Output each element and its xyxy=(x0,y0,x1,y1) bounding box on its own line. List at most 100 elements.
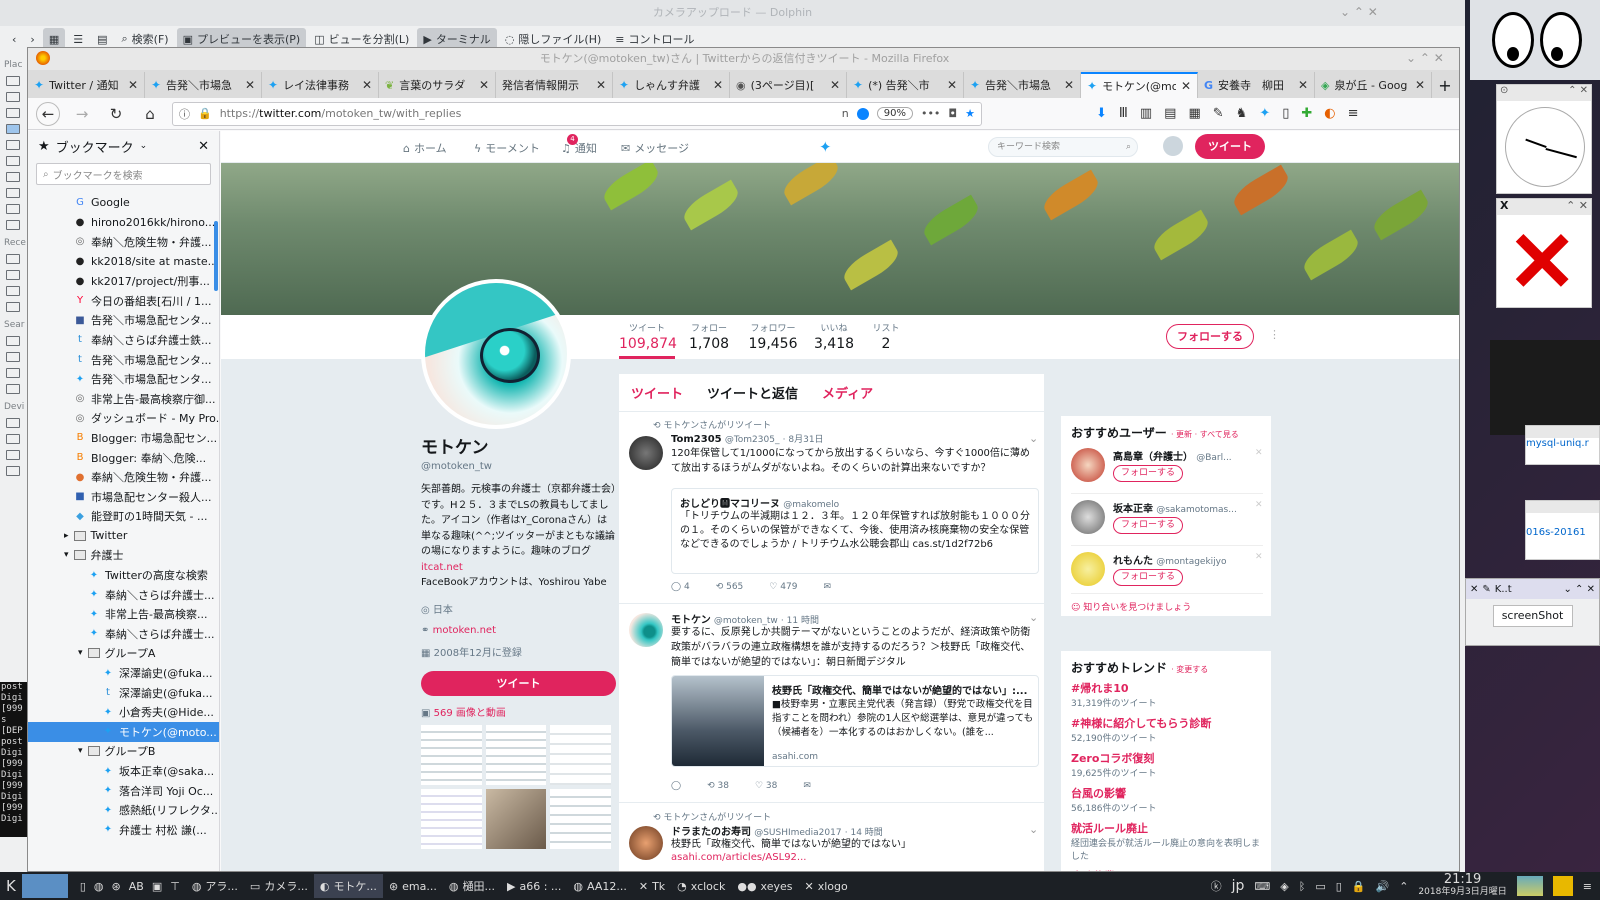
place-icon[interactable] xyxy=(6,204,20,214)
device-icon[interactable] xyxy=(6,466,20,476)
bookmark-item[interactable]: ✦ 非常上告-最高検察... xyxy=(28,604,219,624)
menu-icon[interactable]: ≡ xyxy=(1583,880,1592,893)
search-place-icon[interactable] xyxy=(6,336,20,346)
link-card[interactable]: 枝野氏「政権交代、簡単ではないが絶望的ではない」:... ■枝野幸男・立憲民主党… xyxy=(671,675,1039,767)
tweet-link[interactable]: asahi.com/articles/ASL92... xyxy=(671,852,806,863)
window-peek-1[interactable]: mysql-uniq.r xyxy=(1525,425,1600,465)
tweet-avatar[interactable] xyxy=(629,436,663,470)
back-icon[interactable]: ‹ xyxy=(6,28,22,50)
bookmark-item[interactable]: ✦ 奉納＼さらば弁護士... xyxy=(28,585,219,605)
window-controls[interactable]: ⌃ ✕ xyxy=(1566,199,1591,212)
bio-link[interactable]: itcat.net xyxy=(421,562,463,573)
tab[interactable]: ◉ (3ページ目)[✕ xyxy=(730,72,847,98)
profile-avatar[interactable] xyxy=(421,279,571,429)
home-button[interactable]: ⌂ xyxy=(138,102,162,126)
tab[interactable]: 発信者情報開示 ✕ xyxy=(496,72,613,98)
tab[interactable]: G 安養寺 柳田 ✕ xyxy=(1198,72,1315,98)
twitter-search-input[interactable]: キーワード検索 ⌕ xyxy=(988,137,1138,157)
file-icon[interactable]: ▯ xyxy=(80,880,86,893)
tab-active[interactable]: ✦ モトケン(@mo ✕ xyxy=(1081,72,1198,98)
media-thumb[interactable] xyxy=(485,788,547,849)
tab-media[interactable]: メディア xyxy=(822,383,873,402)
toggle-icon[interactable] xyxy=(856,107,869,120)
tab[interactable]: ✦ 告発＼市場急 ✕ xyxy=(145,72,262,98)
close-icon[interactable]: ✕ xyxy=(1181,79,1191,93)
firefox-ext-icon[interactable]: ◐ xyxy=(1324,106,1335,121)
nav-moments[interactable]: ϟ モーメント xyxy=(474,140,540,156)
like-button[interactable]: ♡ 479 xyxy=(769,582,797,592)
trend-item[interactable]: #帰れま10 31,319件のツイート xyxy=(1071,680,1261,709)
download-icon[interactable]: ⬇ xyxy=(1096,106,1107,121)
bookmarks-scrollbar[interactable] xyxy=(214,221,218,291)
place-icon[interactable] xyxy=(6,172,20,182)
bookmark-item[interactable]: ✦ 弁護士 村松 謙(... xyxy=(28,820,219,840)
taskbar-item[interactable]: ▭ カメラ... xyxy=(244,874,314,898)
profile-handle[interactable]: @motoken_tw xyxy=(421,461,616,472)
profile-name[interactable]: モトケン xyxy=(421,433,616,458)
close-icon[interactable]: ✕ xyxy=(362,78,372,92)
taskbar-item[interactable]: ◍ AA12... xyxy=(567,874,632,898)
stat-followers[interactable]: フォロワー 19,456 xyxy=(744,321,802,352)
new-tab-button[interactable]: + xyxy=(1432,72,1458,98)
tab[interactable]: ❦ 言葉のサラダ ✕ xyxy=(379,72,496,98)
bookmark-item[interactable]: ✦ Twitterの高度な検索 xyxy=(28,565,219,585)
stat-lists[interactable]: リスト 2 xyxy=(866,321,906,352)
taskbar-item[interactable]: ◍ アラ... xyxy=(186,874,244,898)
taskbar-item[interactable]: ⊛ ema... xyxy=(383,874,443,898)
screenshot-button[interactable]: screenShot xyxy=(1492,605,1573,627)
like-button[interactable]: ♡ 38 xyxy=(755,781,777,791)
input-method-label[interactable]: jp xyxy=(1232,878,1245,894)
bookmark-item[interactable]: ✦ 深澤諭史(@fuka... xyxy=(28,663,219,683)
bookmark-item[interactable]: t 告発＼市場急配センタ... xyxy=(28,350,219,370)
chevron-down-icon[interactable]: ▾ xyxy=(64,550,69,560)
tab[interactable]: ✦ しゃんす弁護 ✕ xyxy=(613,72,730,98)
taskbar-item[interactable]: ✕ xlogo xyxy=(799,874,854,898)
forward-button[interactable]: → xyxy=(70,102,94,126)
dm-icon[interactable]: ✉ xyxy=(803,781,811,791)
bookmark-item[interactable]: t 深澤諭史(@fuka... xyxy=(28,683,219,703)
recent-icon[interactable] xyxy=(6,286,20,296)
stat-likes[interactable]: いいね 3,418 xyxy=(811,321,857,352)
app-launcher-icon[interactable]: K xyxy=(0,874,22,898)
xlogo-titlebar[interactable]: X ⌃ ✕ xyxy=(1497,199,1591,215)
avatar[interactable] xyxy=(1071,552,1105,586)
tray-up-icon[interactable]: ⌃ xyxy=(1399,880,1408,893)
bookmark-item[interactable]: ■ 告発＼市場急配センタ... xyxy=(28,311,219,331)
reload-button[interactable]: ↻ xyxy=(104,102,128,126)
media-thumb[interactable] xyxy=(421,788,482,849)
bookmark-item[interactable]: ✦ 落合洋司 Yoji Oc... xyxy=(28,781,219,801)
nav-home[interactable]: ⌂ ホーム xyxy=(403,140,447,156)
recent-icon[interactable] xyxy=(6,270,20,280)
twitter-icon[interactable]: ✦ xyxy=(1259,106,1270,121)
dismiss-icon[interactable]: ✕ xyxy=(1255,552,1263,562)
close-icon[interactable]: ✕ xyxy=(947,78,957,92)
bookmarks-title[interactable]: ブックマーク xyxy=(56,137,134,156)
media-thumb[interactable] xyxy=(550,788,611,849)
dm-icon[interactable]: ✉ xyxy=(823,582,831,592)
taskbar-item[interactable]: ▶ a66 : ... xyxy=(501,874,567,898)
lock-icon[interactable]: 🔒 xyxy=(1352,880,1366,893)
close-icon[interactable]: ✕ xyxy=(245,78,255,92)
bookmark-item[interactable]: ◎ 奉納＼危険生物・弁護... xyxy=(28,232,219,252)
chevron-right-icon[interactable]: ▸ xyxy=(64,531,69,541)
firefox-window-controls[interactable]: ⌄ ⌃ ✕ xyxy=(1406,51,1444,65)
bookmark-folder[interactable]: ▸ Twitter xyxy=(28,526,219,546)
stat-tweets[interactable]: ツイート 109,874 xyxy=(619,321,677,352)
taskbar-item[interactable]: ◔ xclock xyxy=(671,874,731,898)
bookmark-item[interactable]: ✦ 告発＼市場急配センタ... xyxy=(28,369,219,389)
chevron-down-icon[interactable]: ⌄ xyxy=(1029,432,1038,445)
tweet-button[interactable]: ツイート xyxy=(1195,134,1265,159)
follow-button[interactable]: フォローする xyxy=(1113,569,1183,586)
tab[interactable]: ✦ (*) 告発＼市 ✕ xyxy=(847,72,964,98)
retweet-button[interactable]: ⟲ 38 xyxy=(707,781,729,791)
close-icon[interactable]: ✕ xyxy=(1298,78,1308,92)
tweet[interactable]: モトケン @motoken_tw · 11 時間 ⌄ 要するに、反原発しか共闘テ… xyxy=(619,605,1044,803)
dolphin-window-controls[interactable]: ⌄ ⌃ ✕ xyxy=(1340,5,1378,19)
find-friends-link[interactable]: ☺ 知り合いを見つけましょう xyxy=(1071,600,1191,613)
wtf-user[interactable]: れもんた @montagekijyo フォローする ✕ xyxy=(1071,548,1263,594)
place-icon[interactable] xyxy=(6,140,20,150)
close-icon[interactable]: ✕ xyxy=(830,78,840,92)
bookmark-item[interactable]: ■ 市場急配センター殺人... xyxy=(28,487,219,507)
chevron-down-icon[interactable]: ▾ xyxy=(78,746,83,756)
info-icon[interactable]: ⓘ xyxy=(179,106,190,122)
